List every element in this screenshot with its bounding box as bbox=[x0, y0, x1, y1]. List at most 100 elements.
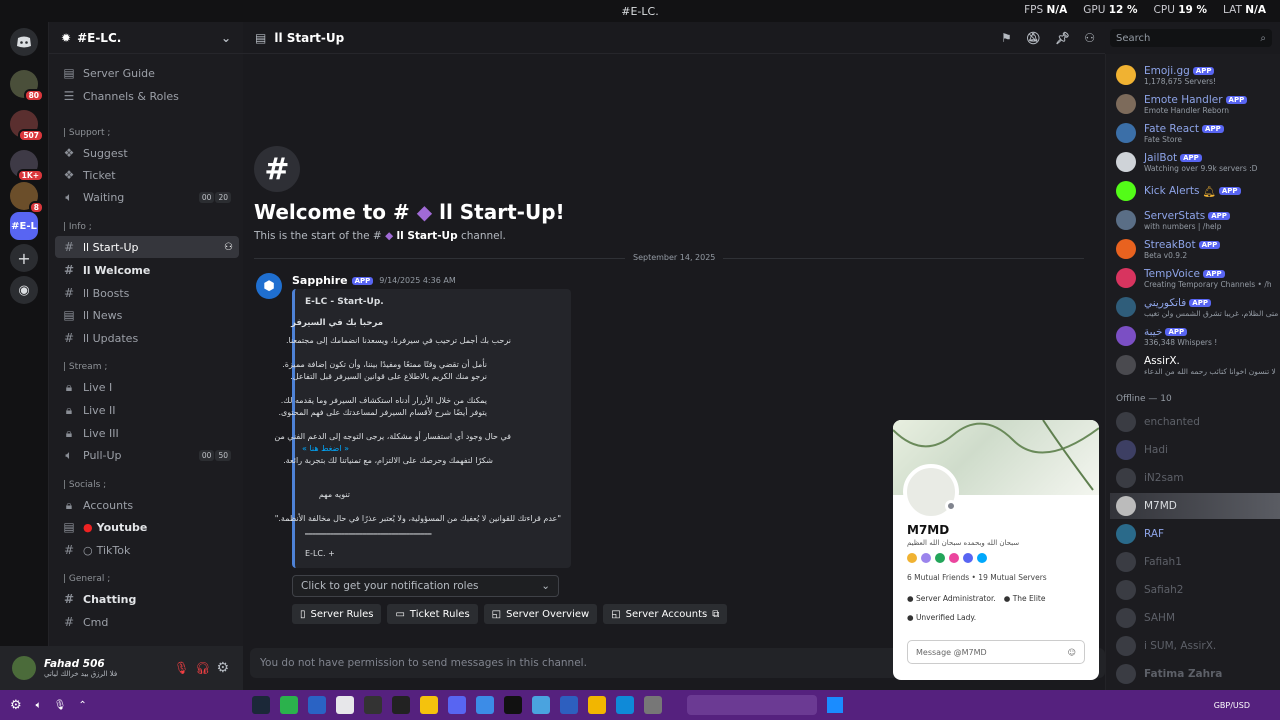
channel-suggest[interactable]: ❖ Suggest bbox=[55, 142, 239, 164]
channel-accounts[interactable]: 🔒︎ Accounts bbox=[55, 494, 239, 516]
windows-start-icon[interactable] bbox=[826, 697, 843, 713]
server-guide[interactable]: ▤ Server Guide bbox=[55, 62, 239, 84]
members-icon[interactable]: ⚇ bbox=[1084, 31, 1095, 45]
channel-live2[interactable]: 🔒︎ Live II bbox=[55, 399, 239, 421]
server-accounts-button[interactable]: ◱ Server Accounts ⧉ bbox=[603, 604, 728, 624]
channel-boosts[interactable]: # ll Boosts bbox=[55, 282, 239, 304]
member-item[interactable]: StreakBot APP Beta v0.9.2 bbox=[1116, 236, 1276, 262]
member-item[interactable]: iN2sam bbox=[1116, 465, 1276, 491]
category-info[interactable]: | Info ; bbox=[63, 222, 92, 232]
member-item[interactable]: Emote Handler APP Emote Handler Reborn bbox=[1116, 91, 1276, 117]
message-user-input[interactable]: Message @M7MD ☺ bbox=[907, 640, 1085, 664]
volume-icon[interactable]: 🔈︎ bbox=[36, 700, 42, 711]
server-icon[interactable]: 507 bbox=[10, 110, 44, 142]
channel-news[interactable]: ▤ ll News bbox=[55, 304, 239, 326]
channel-live1[interactable]: 🔒︎ Live I bbox=[55, 376, 239, 398]
server-icon[interactable]: 1K+ bbox=[10, 150, 44, 182]
channel-ticket[interactable]: ❖ Ticket bbox=[55, 164, 239, 186]
server-rail: 80 507 1K+ 8 #E-L + ◉ bbox=[0, 22, 48, 690]
notification-bell-icon[interactable]: 🔕︎ bbox=[1026, 31, 1041, 45]
category-stream[interactable]: | Stream ; bbox=[63, 362, 107, 372]
server-overview-button[interactable]: ◱ Server Overview bbox=[483, 604, 598, 624]
shield-icon[interactable] bbox=[559, 696, 578, 714]
member-item[interactable]: Fate React APP Fate Store bbox=[1116, 120, 1276, 146]
app-icon[interactable] bbox=[307, 696, 326, 714]
chrome-icon[interactable] bbox=[419, 696, 438, 714]
mic-muted-icon[interactable]: 🎙︎ bbox=[174, 661, 189, 675]
channel-waiting[interactable]: 🔈︎ Waiting 00 20 bbox=[55, 186, 239, 208]
add-server-icon[interactable]: + bbox=[10, 244, 38, 272]
app-icon[interactable] bbox=[503, 696, 522, 714]
member-item[interactable]: Hadi bbox=[1116, 437, 1276, 463]
category-support[interactable]: | Support ; bbox=[63, 128, 110, 138]
server-header[interactable]: ✹ #E-LC. ⌄ bbox=[49, 22, 243, 54]
channel-tiktok[interactable]: # ○ TikTok bbox=[55, 539, 239, 561]
member-item[interactable]: enchanted bbox=[1116, 409, 1276, 435]
server-rules-button[interactable]: ▯ Server Rules bbox=[292, 604, 382, 624]
server-icon[interactable]: 8 bbox=[10, 182, 44, 214]
deafen-icon[interactable]: 🎧︎ bbox=[195, 661, 210, 675]
channel-cmd[interactable]: # Cmd bbox=[55, 611, 239, 633]
search-input[interactable]: Search ⌕ bbox=[1110, 29, 1272, 47]
channel-live3[interactable]: 🔒︎ Live III bbox=[55, 422, 239, 444]
member-item[interactable]: RAF bbox=[1116, 521, 1276, 547]
embed-link[interactable]: « اضغط هنا » bbox=[302, 444, 349, 453]
tray-chevron-icon[interactable]: ⌃ bbox=[78, 700, 86, 711]
taskbar: ⚙ 🔈︎ 🎙︎ ⌃ GBP/USD bbox=[0, 690, 1280, 720]
sapphire-avatar[interactable]: ⬢ bbox=[256, 273, 282, 299]
steam-icon[interactable] bbox=[251, 696, 270, 714]
mic-icon[interactable]: 🎙︎ bbox=[54, 700, 67, 711]
member-item[interactable]: AssirX. لا تنسون اخوانا كتائب رحمه الله م… bbox=[1116, 352, 1276, 378]
app-badge: APP bbox=[351, 276, 374, 285]
channels-and-roles[interactable]: ☰ Channels & Roles bbox=[55, 85, 239, 107]
threads-icon[interactable]: ⚑ bbox=[1001, 31, 1012, 45]
category-general[interactable]: | General ; bbox=[63, 574, 110, 584]
member-item[interactable]: Fatima Zahra bbox=[1116, 661, 1276, 687]
app-icon[interactable] bbox=[391, 696, 410, 714]
app-icon[interactable] bbox=[475, 696, 494, 714]
member-item[interactable]: Safiah2 bbox=[1116, 577, 1276, 603]
channel-chatting[interactable]: # Chatting bbox=[55, 588, 239, 610]
channel-welcome[interactable]: # ll Welcome bbox=[55, 259, 239, 281]
category-socials[interactable]: | Socials ; bbox=[63, 480, 106, 490]
channel-updates[interactable]: # ll Updates bbox=[55, 327, 239, 349]
channel-startup[interactable]: # ll Start-Up ⚇ bbox=[55, 236, 239, 258]
app-icon[interactable] bbox=[363, 696, 382, 714]
ticket-rules-button[interactable]: ▭ Ticket Rules bbox=[387, 604, 478, 624]
notification-roles-select[interactable]: Click to get your notification roles ⌄ bbox=[292, 575, 559, 597]
member-item[interactable]: ServerStats APP with numbers | /help bbox=[1116, 207, 1276, 233]
channel-pullup[interactable]: 🔈︎ Pull-Up 00 50 bbox=[55, 444, 239, 466]
app-icon[interactable] bbox=[643, 696, 662, 714]
discord-icon[interactable] bbox=[447, 696, 466, 714]
avatar[interactable] bbox=[12, 656, 36, 680]
app-icon[interactable] bbox=[335, 696, 354, 714]
current-server-icon[interactable]: #E-L bbox=[10, 212, 38, 240]
start-icon[interactable]: ⚙ bbox=[10, 698, 22, 713]
member-item[interactable]: i SUM, AssirX. bbox=[1116, 633, 1276, 659]
member-item[interactable]: فاتكوريني APP إلى متى الظلام، غريبا تشرق ا… bbox=[1116, 294, 1280, 320]
avatar bbox=[1116, 268, 1136, 288]
pin-icon[interactable]: 📌︎ bbox=[1055, 31, 1070, 45]
text-channel-icon: # bbox=[63, 331, 75, 345]
member-item[interactable]: Emoji.gg APP 1,178,675 Servers! bbox=[1116, 62, 1276, 88]
message-author[interactable]: Sapphire bbox=[292, 274, 348, 287]
mutual-info[interactable]: 6 Mutual Friends • 19 Mutual Servers bbox=[907, 573, 1047, 582]
server-icon[interactable]: 80 bbox=[10, 70, 44, 102]
avatar bbox=[1116, 440, 1136, 460]
channel-youtube[interactable]: ▤ ● Youtube bbox=[55, 516, 239, 538]
member-item[interactable]: TempVoice APP Creating Temporary Channels … bbox=[1116, 265, 1276, 291]
member-item[interactable]: SAHM bbox=[1116, 605, 1276, 631]
discord-home-icon[interactable] bbox=[10, 28, 38, 56]
member-item[interactable]: JailBot APP Watching over 9.9k servers :D bbox=[1116, 149, 1276, 175]
member-item-hovered[interactable]: M7MD bbox=[1110, 493, 1280, 519]
search-bar[interactable] bbox=[686, 695, 817, 715]
member-item[interactable]: Fafiah1 bbox=[1116, 549, 1276, 575]
settings-gear-icon[interactable]: ⚙ bbox=[216, 660, 229, 676]
app-icon[interactable] bbox=[279, 696, 298, 714]
member-item[interactable]: خيبة APP 336,348 Whispers ! bbox=[1116, 323, 1276, 349]
member-item[interactable]: Kick Alerts 🔔︎ APP bbox=[1116, 178, 1276, 204]
discover-icon[interactable]: ◉ bbox=[10, 276, 38, 304]
folder-icon[interactable] bbox=[587, 696, 606, 714]
edge-icon[interactable] bbox=[615, 696, 634, 714]
app-icon[interactable] bbox=[531, 696, 550, 714]
